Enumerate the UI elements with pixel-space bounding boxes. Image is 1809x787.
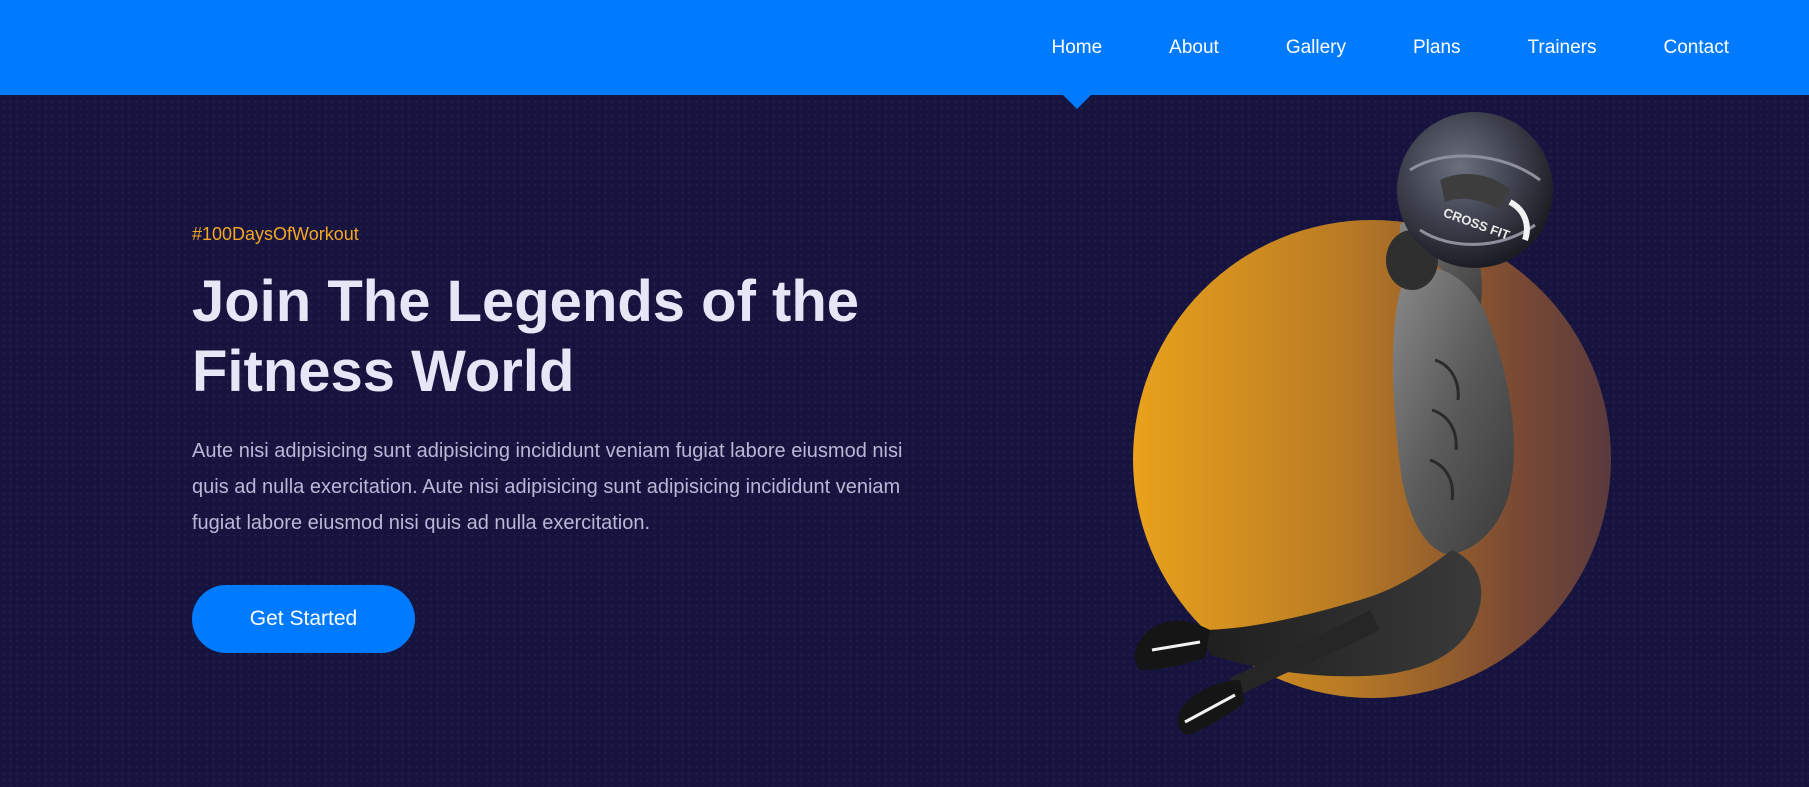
athlete-image: CROSS FIT [1134, 112, 1553, 735]
nav-item-home[interactable]: Home [1051, 0, 1102, 109]
top-navbar: Home About Gallery Plans Trainers Contac… [0, 0, 1809, 109]
hero-headline: Join The Legends of the Fitness World [192, 269, 860, 404]
nav-item-plans[interactable]: Plans [1413, 0, 1461, 95]
hashtag-tagline: #100DaysOfWorkout [192, 224, 359, 244]
nav-menu: Home About Gallery Plans Trainers Contac… [984, 0, 1729, 109]
hero-illustration: CROSS FIT [1080, 110, 1680, 787]
nav-item-trainers[interactable]: Trainers [1528, 0, 1597, 95]
get-started-button[interactable]: Get Started [192, 585, 415, 653]
nav-item-about[interactable]: About [1169, 0, 1219, 95]
nav-item-contact[interactable]: Contact [1664, 0, 1729, 95]
nav-item-gallery[interactable]: Gallery [1286, 0, 1346, 95]
hero-text: #100DaysOfWorkout Join The Legends of th… [192, 224, 932, 541]
hero-description: Aute nisi adipisicing sunt adipisicing i… [192, 440, 903, 534]
landing-page: Home About Gallery Plans Trainers Contac… [0, 0, 1809, 787]
